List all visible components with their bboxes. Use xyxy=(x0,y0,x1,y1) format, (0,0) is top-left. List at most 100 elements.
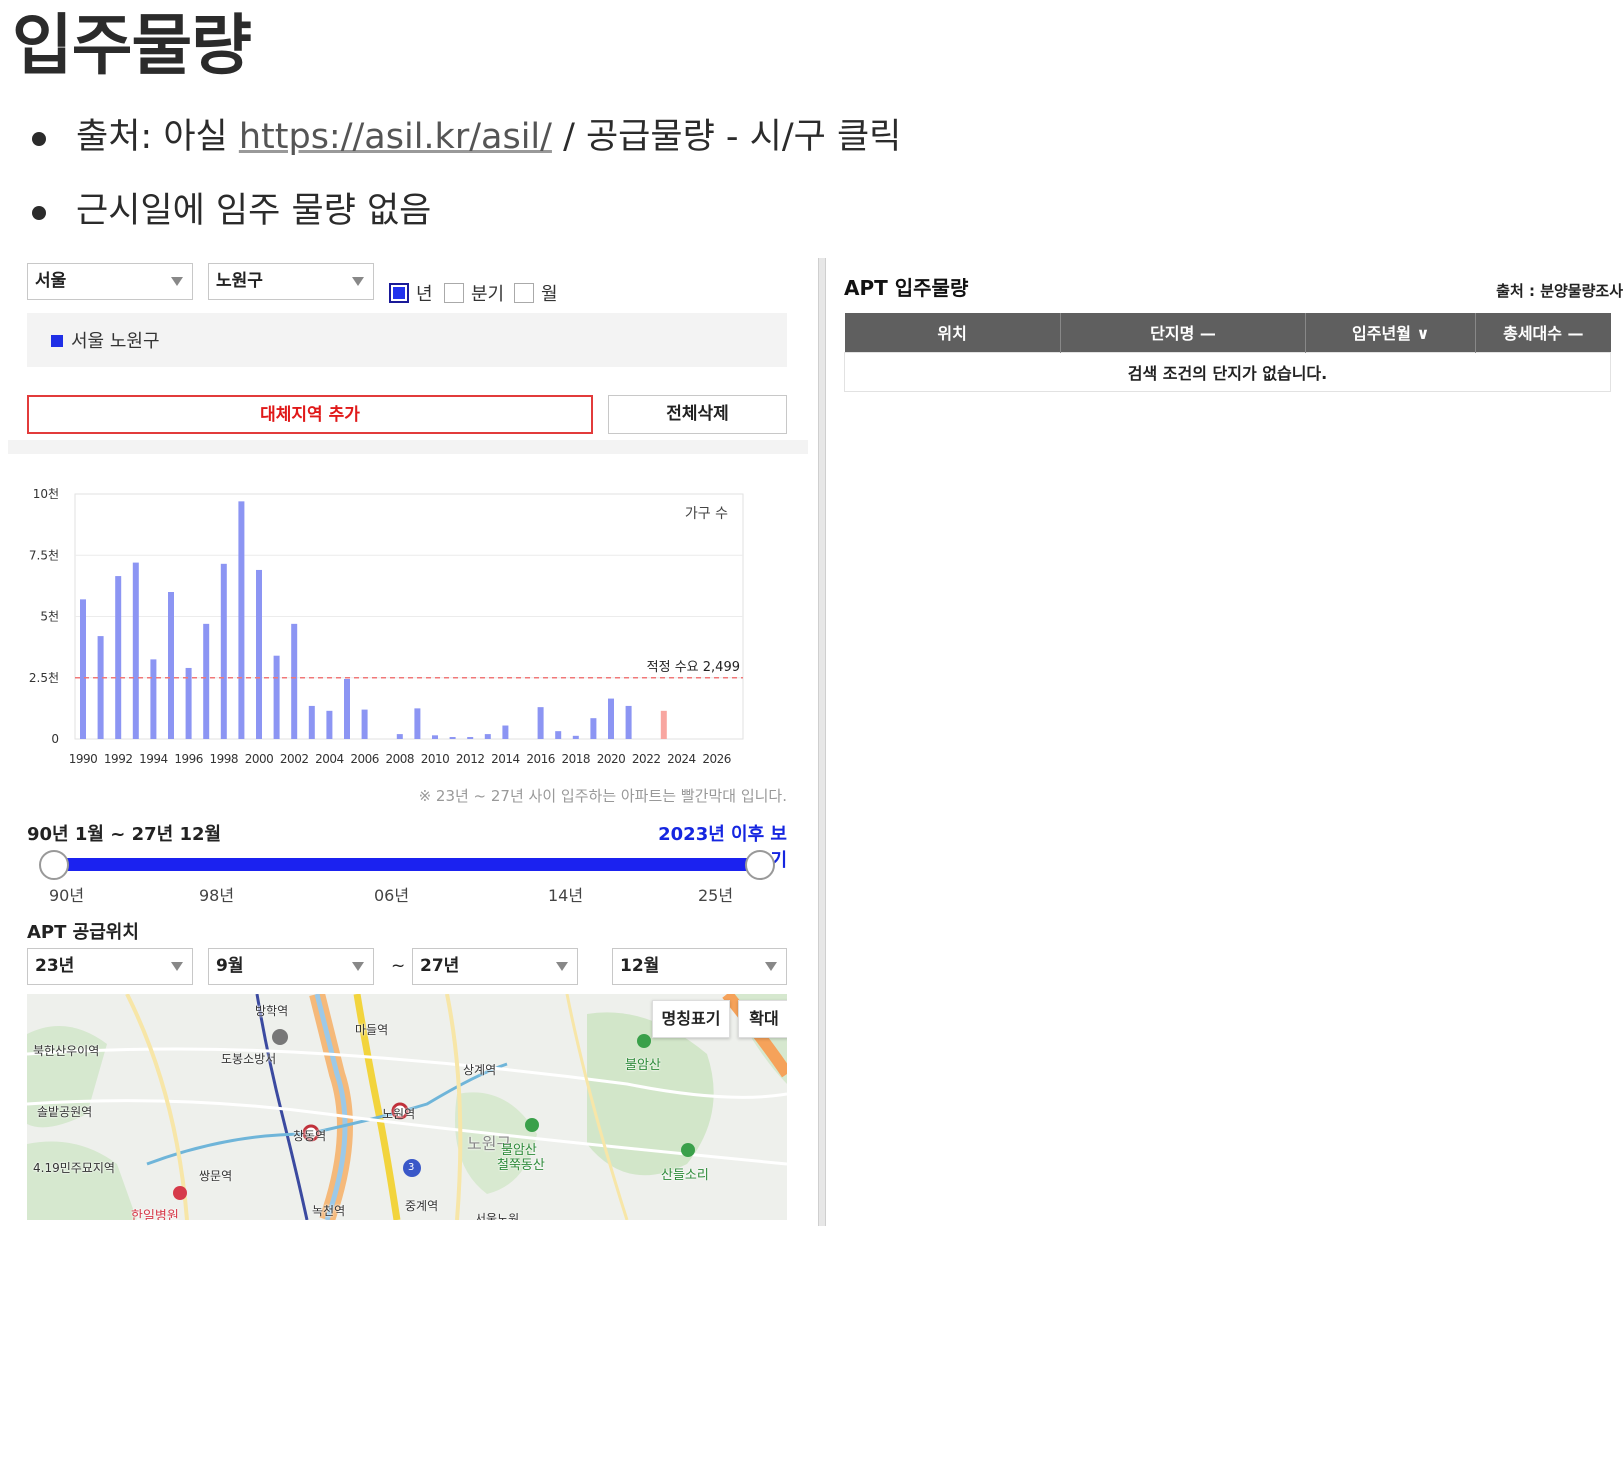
map-name-toggle-button[interactable]: 명칭표기 xyxy=(652,1000,730,1038)
bar xyxy=(308,705,315,739)
y-tick-label: 2.5천 xyxy=(29,670,59,685)
chart-footnote: ※ 23년 ~ 27년 사이 입주하는 아파트는 빨간막대 입니다. xyxy=(418,787,787,805)
from-year-value: 23년 xyxy=(35,956,75,976)
range-tilde: ~ xyxy=(391,956,406,976)
section-divider xyxy=(8,440,808,454)
bar xyxy=(537,707,544,739)
supply-map[interactable]: 방학역 마들역 북한산우이역 도봉소방서 상계역 불암산 솔밭공원역 노원역 창… xyxy=(27,994,787,1220)
period-month-checkbox[interactable]: 월 xyxy=(514,280,558,306)
y-tick-label: 0 xyxy=(51,732,59,746)
city-select[interactable]: 서울 xyxy=(27,263,193,300)
reference-line-label: 적정 수요 2,499 xyxy=(647,660,740,675)
bar xyxy=(414,708,421,739)
map-poi-label: 도봉소방서 xyxy=(221,1052,277,1066)
map-station-label: 북한산우이역 xyxy=(33,1044,100,1058)
x-tick-label: 1994 xyxy=(139,752,168,766)
checkbox-unchecked-icon xyxy=(514,283,534,303)
period-quarter-checkbox[interactable]: 분기 xyxy=(444,280,504,306)
x-tick-label: 2022 xyxy=(632,752,661,766)
x-tick-label: 2026 xyxy=(702,752,731,766)
x-tick-label: 2020 xyxy=(597,752,626,766)
map-station-label: 마들역 xyxy=(355,1023,389,1037)
to-year-value: 27년 xyxy=(420,956,460,976)
bar xyxy=(291,623,298,739)
from-year-select[interactable]: 23년 xyxy=(27,948,193,985)
supply-bar-chart: 0 2.5천 5천 7.5천 10천 1990 1992 1994 1996 1998 2000 20… xyxy=(26,480,798,770)
range-slider-start-handle[interactable] xyxy=(39,850,69,880)
x-tick-label: 2014 xyxy=(491,752,520,766)
y-tick-label: 7.5천 xyxy=(29,547,59,562)
apt-supply-source: 출처 : 분양물량조사 xyxy=(1496,282,1623,300)
selected-region-box: 서울 노원구 xyxy=(27,313,787,367)
map-station-label: 노원역 xyxy=(382,1107,416,1121)
slider-label: 90년 xyxy=(49,886,85,905)
bar xyxy=(185,667,192,739)
embedded-screenshot: 서울 노원구 년 분기 월 서울 노원구 대체지역 추가 전체삭제 0 2.5천 5… xyxy=(8,258,1623,1268)
to-month-select[interactable]: 12월 xyxy=(612,948,787,985)
bar xyxy=(396,734,403,739)
map-hospital-label: 한일병원 xyxy=(131,1209,179,1220)
column-header-location[interactable]: 위치 xyxy=(844,313,1061,352)
bar xyxy=(273,655,280,739)
from-month-value: 9월 xyxy=(216,956,244,976)
to-year-select[interactable]: 27년 xyxy=(412,948,578,985)
legend-label: 가구 수 xyxy=(685,506,728,522)
map-station-label: 솔밭공원역 xyxy=(37,1105,93,1119)
bar xyxy=(326,710,333,739)
empty-table-message: 검색 조건의 단지가 없습니다. xyxy=(844,351,1611,392)
from-month-select[interactable]: 9월 xyxy=(208,948,374,985)
range-slider-track[interactable] xyxy=(54,858,760,871)
bar xyxy=(150,659,157,739)
period-month-label: 월 xyxy=(541,284,558,305)
x-tick-label: 2024 xyxy=(667,752,696,766)
map-station-label: 방학역 xyxy=(255,1004,289,1018)
asil-link[interactable]: https://asil.kr/asil/ xyxy=(239,117,552,157)
y-tick-label: 5천 xyxy=(40,609,59,624)
bar xyxy=(97,636,104,739)
source-prefix: 출처: 아실 xyxy=(76,117,239,157)
slider-label: 14년 xyxy=(548,886,584,905)
column-header-complex-name[interactable]: 단지명 — xyxy=(1059,313,1306,352)
bar xyxy=(80,599,86,739)
district-select[interactable]: 노원구 xyxy=(208,263,374,300)
map-station-label: 상계역 xyxy=(463,1063,497,1077)
y-tick-label: 10천 xyxy=(33,486,59,501)
map-park-label: 산들소리 xyxy=(661,1168,709,1183)
slider-label: 98년 xyxy=(199,886,235,905)
x-tick-label: 2004 xyxy=(315,752,344,766)
range-slider-end-handle[interactable] xyxy=(745,850,775,880)
region-color-swatch xyxy=(51,335,63,347)
x-tick-label: 1998 xyxy=(210,752,239,766)
panel-splitter[interactable] xyxy=(818,258,826,1226)
x-tick-label: 1992 xyxy=(104,752,133,766)
add-region-button[interactable]: 대체지역 추가 xyxy=(27,395,593,434)
district-select-value: 노원구 xyxy=(216,271,263,291)
column-header-total-households[interactable]: 총세대수 — xyxy=(1475,313,1611,352)
bar xyxy=(502,725,509,739)
bar xyxy=(238,501,245,739)
source-bullet: 출처: 아실 https://asil.kr/asil/ / 공급물량 - 시/… xyxy=(30,112,901,186)
period-year-checkbox[interactable]: 년 xyxy=(389,280,433,306)
bar xyxy=(484,734,491,739)
bar xyxy=(590,718,597,739)
x-tick-label: 2010 xyxy=(421,752,450,766)
selected-region-label: 서울 노원구 xyxy=(71,331,160,352)
dropdown-arrow-icon xyxy=(171,962,183,971)
x-tick-label: 2016 xyxy=(526,752,555,766)
bullet-list: 출처: 아실 https://asil.kr/asil/ / 공급물량 - 시/… xyxy=(30,112,901,260)
x-tick-label: 2002 xyxy=(280,752,309,766)
bar xyxy=(608,698,614,739)
city-select-value: 서울 xyxy=(35,271,67,291)
map-station-label: 녹천역 xyxy=(312,1204,346,1218)
table-row: 검색 조건의 단지가 없습니다. xyxy=(844,351,1611,392)
map-zoom-button[interactable]: 확대 xyxy=(738,1000,787,1038)
to-month-value: 12월 xyxy=(620,956,660,976)
column-header-move-in-date[interactable]: 입주년월 ∨ xyxy=(1305,313,1476,352)
x-tick-label: 2006 xyxy=(350,752,379,766)
chart-svg: 0 2.5천 5천 7.5천 10천 1990 1992 1994 1996 1998 2000 20… xyxy=(29,486,744,766)
map-station-label: 4.19민주묘지역 xyxy=(33,1161,115,1175)
delete-all-button[interactable]: 전체삭제 xyxy=(608,395,787,434)
period-year-label: 년 xyxy=(416,284,433,305)
period-quarter-label: 분기 xyxy=(471,284,505,305)
note-bullet: 근시일에 임주 물량 없음 xyxy=(30,186,901,260)
